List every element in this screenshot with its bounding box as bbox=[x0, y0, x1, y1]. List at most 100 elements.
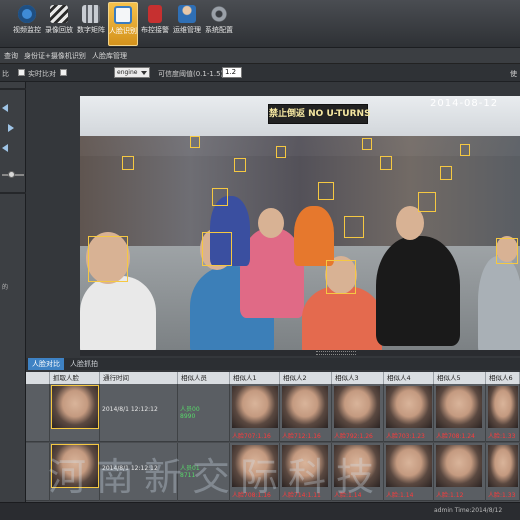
ptz-right-icon[interactable] bbox=[8, 124, 14, 132]
threshold-label: 可信度阈值(0.1-1.5) bbox=[158, 70, 224, 78]
similar-face-cell[interactable]: 人脸:1.12 bbox=[434, 443, 486, 501]
subnav-idcard-camera[interactable]: 身份证+摄像机识别 bbox=[24, 51, 86, 61]
similar-face-image[interactable] bbox=[436, 386, 482, 428]
captured-face-cell[interactable] bbox=[50, 384, 100, 442]
face-detection-box[interactable] bbox=[344, 216, 364, 238]
watermark-text: 河南新交际科技 bbox=[48, 455, 385, 499]
table-row[interactable]: 2014/8/1 12:12:12 人员00 8990 人脸707:1.16 人… bbox=[26, 384, 520, 442]
similarity-score: 人脸703:1.23 bbox=[386, 433, 425, 440]
similar-face-image[interactable] bbox=[488, 386, 518, 428]
chevron-down-icon bbox=[141, 71, 147, 75]
tab-playback[interactable]: 录像回放 bbox=[44, 2, 74, 46]
table-header: 通行时间 bbox=[100, 372, 178, 384]
face-detection-box[interactable] bbox=[318, 182, 334, 200]
face-detection-box[interactable] bbox=[418, 192, 436, 212]
clapper-icon bbox=[50, 5, 68, 23]
live-video-view[interactable]: 禁止倒返 NO U-TURNS 2014-08-12 bbox=[80, 96, 520, 350]
panel-splitter[interactable] bbox=[80, 350, 520, 356]
similar-face-image[interactable] bbox=[386, 445, 432, 487]
similar-face-image[interactable] bbox=[232, 386, 278, 428]
splitter-grip[interactable] bbox=[316, 351, 356, 355]
realtime-compare-label: 实时比对 bbox=[28, 70, 56, 78]
tab-face-capture[interactable]: 人脸抓拍 bbox=[66, 358, 102, 370]
admin-user-icon bbox=[178, 5, 196, 23]
left-panel-text: 的 bbox=[2, 284, 9, 291]
gear-icon bbox=[210, 5, 228, 23]
tab-video-monitor[interactable]: 视频监控 bbox=[12, 2, 42, 46]
subnav-face-library[interactable]: 人脸库管理 bbox=[92, 51, 127, 61]
similar-face-cell[interactable]: 人脸703:1.23 bbox=[384, 384, 434, 442]
matrix-icon bbox=[82, 5, 100, 23]
face-detection-box[interactable] bbox=[122, 156, 134, 170]
person-head bbox=[258, 208, 284, 238]
similar-face-image[interactable] bbox=[282, 386, 328, 428]
face-detection-box[interactable] bbox=[276, 146, 286, 158]
control-row: 比 实时比对 engine 可信度阈值(0.1-1.5) 1.2 使 bbox=[0, 64, 520, 82]
main-toolbar: 视频监控 录像回放 数字矩阵 人脸识别 布控接警 运维管理 系统配置 bbox=[0, 0, 520, 48]
similar-face-cell[interactable]: 人脸707:1.16 bbox=[230, 384, 280, 442]
similar-face-cell[interactable]: 人脸:1.33 bbox=[486, 443, 520, 501]
face-detection-box[interactable] bbox=[88, 236, 128, 282]
engine-select[interactable]: engine bbox=[114, 67, 150, 78]
pass-time-cell: 2014/8/1 12:12:12 bbox=[100, 384, 178, 442]
tab-label: 系统配置 bbox=[205, 26, 233, 34]
similar-face-image[interactable] bbox=[334, 386, 380, 428]
face-detection-box[interactable] bbox=[362, 138, 372, 150]
person-id: 人员00 bbox=[180, 406, 200, 413]
alarm-book-icon bbox=[148, 5, 162, 23]
person-figure bbox=[478, 256, 520, 350]
similarity-score: 人脸:1.33 bbox=[488, 492, 516, 499]
table-header: 相似人2 bbox=[280, 372, 332, 384]
face-detection-box[interactable] bbox=[496, 238, 518, 264]
person-extra: 8990 bbox=[180, 413, 196, 420]
face-detection-box[interactable] bbox=[202, 232, 232, 266]
realtime-checkbox[interactable] bbox=[60, 69, 67, 76]
captured-face-image[interactable] bbox=[51, 385, 99, 429]
video-timestamp: 2014-08-12 bbox=[430, 98, 499, 109]
similarity-score: 人脸:1.12 bbox=[436, 492, 464, 499]
similar-face-cell[interactable]: 人脸792:1.26 bbox=[332, 384, 384, 442]
face-detection-box[interactable] bbox=[234, 158, 246, 172]
similar-face-cell[interactable]: 人脸708:1.24 bbox=[434, 384, 486, 442]
similarity-score: 人脸:1.14 bbox=[386, 492, 414, 499]
similar-face-cell[interactable]: 人脸712:1.16 bbox=[280, 384, 332, 442]
face-id-icon bbox=[114, 6, 132, 24]
zoom-slider-knob[interactable] bbox=[8, 171, 15, 178]
tab-alarm[interactable]: 布控接警 bbox=[140, 2, 170, 46]
face-detection-box[interactable] bbox=[440, 166, 452, 180]
table-header: 相似人5 bbox=[434, 372, 486, 384]
tab-system-config[interactable]: 系统配置 bbox=[204, 2, 234, 46]
status-bar: admin Time:2014/8/12 bbox=[0, 502, 520, 520]
similarity-score: 人脸708:1.24 bbox=[436, 433, 475, 440]
ptz-down-left-icon[interactable] bbox=[2, 144, 8, 152]
panel-divider bbox=[0, 88, 26, 90]
similar-face-cell[interactable]: 人脸:1.14 bbox=[384, 443, 434, 501]
similar-face-image[interactable] bbox=[488, 445, 518, 487]
left-control-panel: 的 bbox=[0, 82, 26, 502]
person-figure bbox=[302, 286, 382, 350]
face-detection-box[interactable] bbox=[326, 260, 356, 294]
table-header: 相似人6 bbox=[486, 372, 520, 384]
table-header: 抓取人脸 bbox=[50, 372, 100, 384]
face-detection-box[interactable] bbox=[380, 156, 392, 170]
subnav-query[interactable]: 查询 bbox=[4, 51, 18, 61]
similar-face-cell[interactable]: 人脸:1.33 bbox=[486, 384, 520, 442]
similar-person-cell: 人员00 8990 bbox=[178, 384, 230, 442]
tab-operations[interactable]: 运维管理 bbox=[172, 2, 202, 46]
similar-face-image[interactable] bbox=[436, 445, 482, 487]
tab-digital-matrix[interactable]: 数字矩阵 bbox=[76, 2, 106, 46]
face-recognition-app: 视频监控 录像回放 数字矩阵 人脸识别 布控接警 运维管理 系统配置 查询 身份… bbox=[0, 0, 520, 520]
face-detection-box[interactable] bbox=[212, 188, 228, 206]
threshold-input[interactable]: 1.2 bbox=[222, 67, 242, 78]
ptz-up-left-icon[interactable] bbox=[2, 104, 8, 112]
face-detection-box[interactable] bbox=[460, 144, 470, 156]
sub-navigation: 查询 身份证+摄像机识别 人脸库管理 bbox=[0, 48, 520, 64]
person-figure bbox=[294, 206, 334, 266]
row-index-cell bbox=[26, 443, 50, 501]
tab-face-compare[interactable]: 人脸对比 bbox=[28, 358, 64, 370]
person-figure bbox=[80, 276, 156, 350]
tab-face-recognition[interactable]: 人脸识别 bbox=[108, 2, 138, 46]
face-detection-box[interactable] bbox=[190, 136, 200, 148]
similar-face-image[interactable] bbox=[386, 386, 432, 428]
compare-checkbox[interactable] bbox=[18, 69, 25, 76]
